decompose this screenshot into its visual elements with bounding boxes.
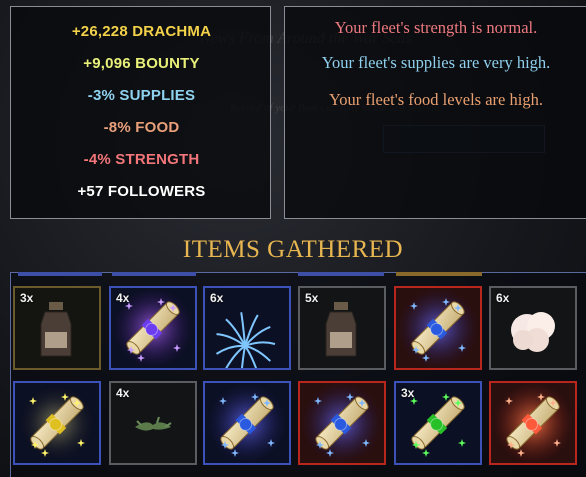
report-strength: Your fleet's strength is normal. — [334, 18, 538, 37]
scroll-blue-icon — [207, 383, 287, 463]
item-slot[interactable] — [13, 381, 101, 465]
item-count: 6x — [210, 291, 224, 305]
scroll-red-icon — [493, 383, 573, 463]
reward-supplies: -3% SUPPLIES — [87, 87, 196, 104]
reward-drachma: +26,228 DRACHMA — [71, 23, 212, 40]
items-gathered-title: ITEMS GATHERED — [182, 236, 404, 263]
item-slot[interactable]: 3x — [13, 286, 101, 370]
item-count: 4x — [116, 291, 130, 305]
item-slot[interactable] — [298, 381, 386, 465]
item-count: 4x — [116, 386, 130, 400]
previous-row-slot-edge — [18, 272, 102, 276]
item-count: 3x — [20, 291, 34, 305]
item-slot[interactable]: 6x — [489, 286, 577, 370]
item-count: 3x — [401, 386, 415, 400]
item-slot[interactable]: 4x — [109, 381, 197, 465]
item-slot[interactable] — [489, 381, 577, 465]
rewards-panel: +26,228 DRACHMA +9,096 BOUNTY -3% SUPPLI… — [10, 6, 271, 219]
previous-row-slot-edge — [298, 272, 384, 276]
fleet-report-panel: Your fleet's strength is normal. Your fl… — [284, 6, 586, 219]
item-count: 5x — [305, 291, 319, 305]
report-supplies: Your fleet's supplies are very high. — [321, 53, 551, 72]
item-slot[interactable] — [203, 381, 291, 465]
reward-strength: -4% STRENGTH — [83, 151, 200, 168]
item-count: 6x — [496, 291, 510, 305]
reward-bounty: +9,096 BOUNTY — [83, 55, 200, 72]
scroll-gold-icon — [17, 383, 97, 463]
scroll-blue-icon — [302, 383, 382, 463]
item-slot[interactable]: 3x — [394, 381, 482, 465]
item-slot[interactable]: 5x — [298, 286, 386, 370]
reward-followers: +57 FOLLOWERS — [77, 183, 206, 200]
scroll-blue-icon — [398, 288, 478, 368]
previous-row-slot-edge — [112, 272, 196, 276]
item-slot[interactable]: 4x — [109, 286, 197, 370]
previous-row-slot-edge — [396, 272, 482, 276]
item-slot[interactable]: 6x — [203, 286, 291, 370]
item-slot[interactable] — [394, 286, 482, 370]
reward-food: -8% FOOD — [103, 119, 180, 136]
report-food: Your fleet's food levels are high. — [329, 90, 543, 109]
